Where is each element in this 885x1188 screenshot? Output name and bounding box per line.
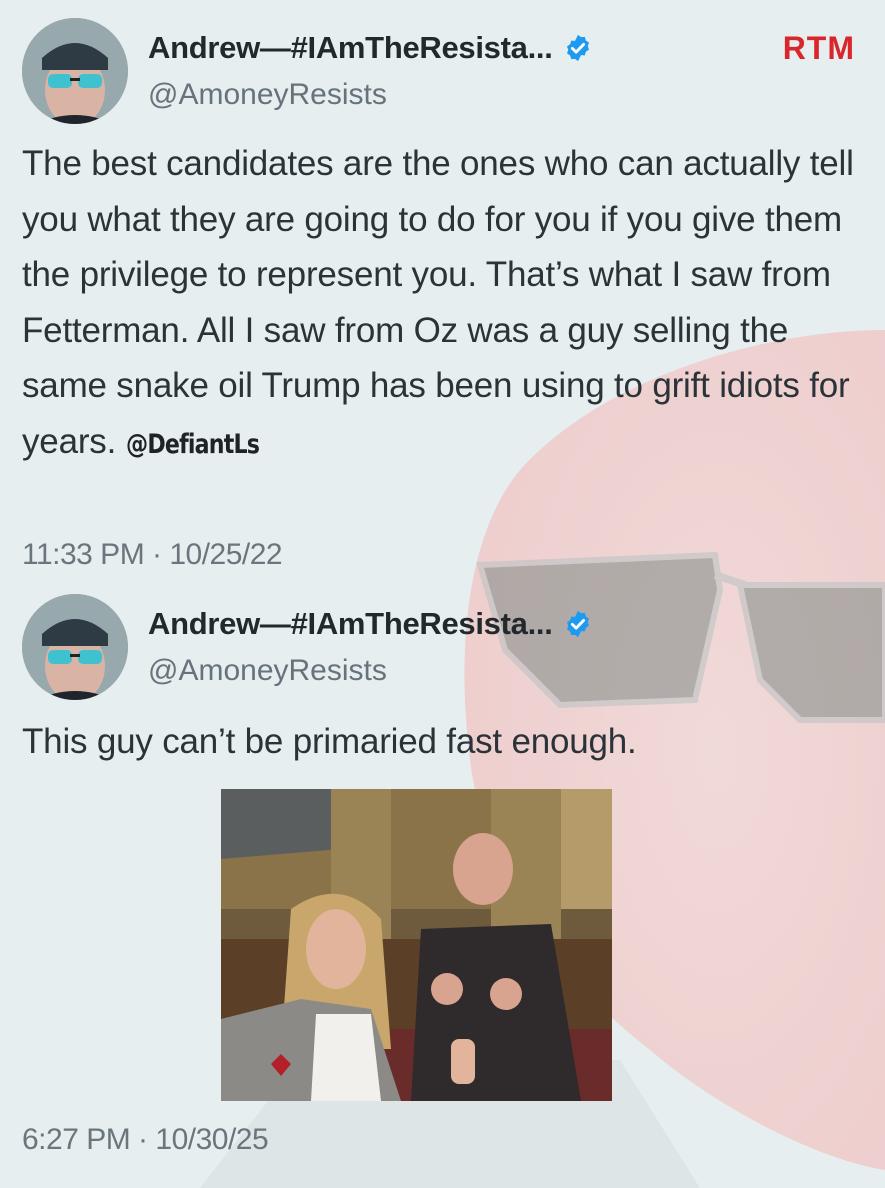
timestamp[interactable]: 6:27 PM · 10/30/25 [22,1123,269,1157]
display-name[interactable]: Andrew—#IAmTheResista... [148,30,553,66]
display-name[interactable]: Andrew—#IAmTheResista... [148,606,553,642]
avatar[interactable] [22,594,128,700]
rtm-logo: RTM [782,30,855,66]
tweet-body: The best candidates are the ones who can… [22,144,854,461]
timestamp[interactable]: 11:33 PM · 10/25/22 [22,538,283,572]
mention-link[interactable]: @DefiantLs [126,417,260,473]
verified-badge-icon [566,34,589,62]
tweet-text: The best candidates are the ones who can… [22,136,872,472]
verified-badge-icon [566,610,589,638]
user-handle[interactable]: @AmoneyResists [148,78,387,112]
user-handle[interactable]: @AmoneyResists [148,654,387,688]
avatar[interactable] [22,18,128,124]
tweet-media-photo[interactable] [221,789,612,1101]
tweet-text: This guy can’t be primaried fast enough. [22,722,637,761]
